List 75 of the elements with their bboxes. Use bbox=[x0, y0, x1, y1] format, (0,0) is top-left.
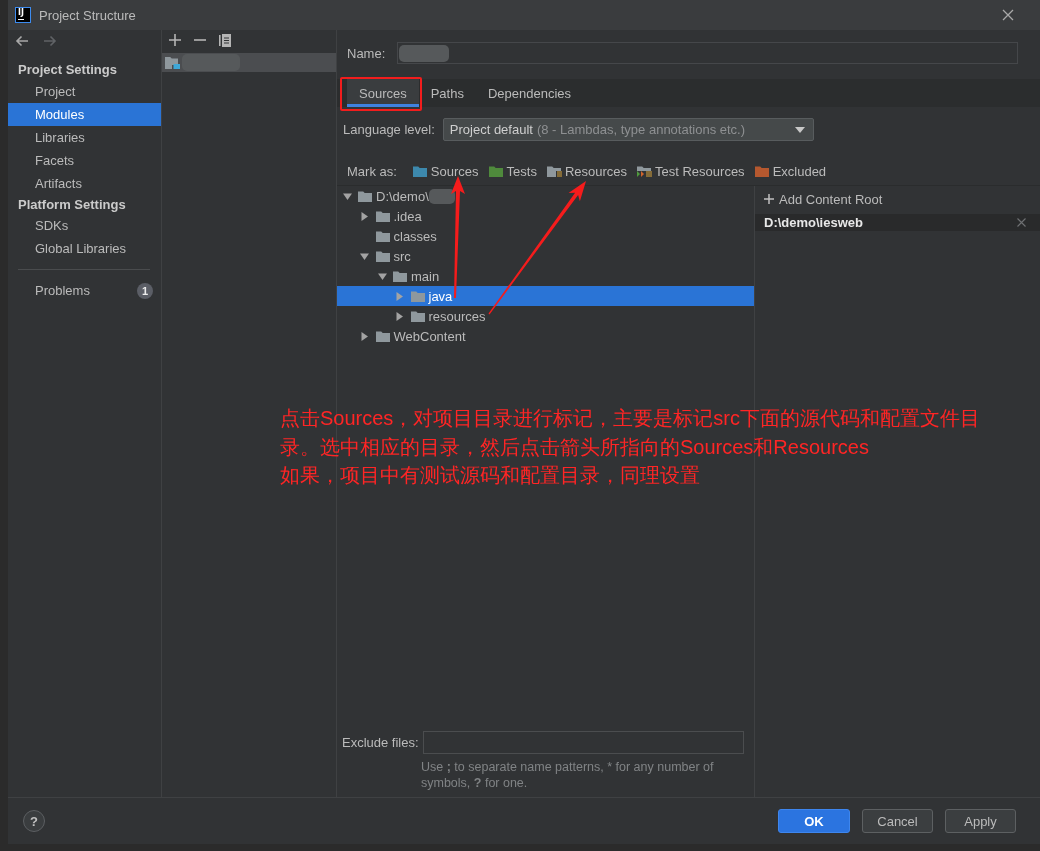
expand-toggle-icon[interactable] bbox=[395, 291, 404, 301]
expand-toggle-icon[interactable] bbox=[360, 251, 369, 261]
mark-as-label: Mark as: bbox=[347, 163, 397, 179]
folder-icon bbox=[375, 250, 390, 262]
language-level-dropdown[interactable]: Project default (8 - Lambdas, type annotations etc.) bbox=[442, 118, 814, 141]
tree-item[interactable]: src bbox=[337, 246, 754, 266]
dialog-button[interactable]: Apply bbox=[945, 809, 1016, 833]
module-item[interactable] bbox=[162, 53, 336, 72]
expand-toggle-icon[interactable] bbox=[342, 191, 352, 201]
expand-toggle-icon[interactable] bbox=[377, 271, 387, 281]
sidebar-item[interactable]: Artifacts bbox=[8, 172, 161, 195]
caret-icon bbox=[794, 126, 805, 133]
mark-as-button[interactable]: Resources bbox=[546, 163, 628, 179]
folder-icon bbox=[375, 230, 390, 242]
tab[interactable]: Paths bbox=[418, 79, 476, 107]
close-icon[interactable] bbox=[1017, 218, 1026, 227]
sidebar-item[interactable]: Facets bbox=[8, 149, 161, 172]
sidebar-item[interactable]: Project bbox=[8, 80, 161, 103]
sidebar-item[interactable]: Problems 1 bbox=[8, 279, 161, 302]
annotation-text: 如果，项目中有测试源码和配置目录，同理设置 bbox=[280, 463, 701, 488]
expand-toggle-icon[interactable] bbox=[360, 211, 369, 221]
count-badge: 1 bbox=[137, 282, 153, 299]
folder-icon bbox=[375, 210, 390, 222]
close-icon[interactable] bbox=[1002, 9, 1014, 21]
tree-item[interactable]: java bbox=[337, 286, 754, 306]
mark-as-button[interactable]: Tests bbox=[488, 163, 537, 179]
dialog-button[interactable]: Cancel bbox=[862, 809, 933, 833]
tree-item[interactable]: .idea bbox=[337, 206, 754, 226]
section-heading: Platform Settings bbox=[17, 196, 127, 214]
exclude-files-field[interactable] bbox=[422, 731, 744, 754]
section-heading: Project Settings bbox=[17, 61, 118, 79]
annotation-text: 点击Sources，对项目目录进行标记，主要是标记src下面的源代码和配置文件目录。选中相应的目录，然后点击箭头所指向的Sources和Resources bbox=[280, 406, 982, 460]
tree-item[interactable]: classes bbox=[337, 226, 754, 246]
module-folder-icon bbox=[165, 56, 180, 69]
expand-toggle-icon[interactable] bbox=[360, 331, 369, 341]
excluded-folder-icon bbox=[754, 165, 770, 177]
tab[interactable]: Dependencies bbox=[475, 79, 584, 107]
test-resource-folder-icon bbox=[637, 165, 653, 177]
name-label: Name: bbox=[347, 45, 386, 61]
sidebar-item[interactable]: Global Libraries bbox=[8, 237, 161, 260]
name-field[interactable] bbox=[397, 42, 1018, 64]
exclude-files-label: Exclude files: bbox=[342, 735, 419, 750]
tree-item[interactable]: WebContent bbox=[337, 326, 754, 346]
folder-icon bbox=[358, 190, 372, 202]
test-folder-icon bbox=[488, 165, 504, 177]
window-title: Project Structure bbox=[39, 7, 136, 23]
dialog-button[interactable]: OK bbox=[778, 809, 850, 833]
content-root-row[interactable]: D:\demo\iesweb bbox=[755, 214, 1040, 231]
back-arrow-icon[interactable] bbox=[15, 35, 29, 47]
tree-item[interactable]: D:\demo\ bbox=[337, 186, 754, 206]
tab[interactable]: Sources bbox=[347, 79, 419, 107]
mark-as-button[interactable]: Sources bbox=[412, 163, 479, 179]
mark-as-button[interactable]: Excluded bbox=[754, 163, 827, 179]
folder-icon bbox=[410, 290, 425, 302]
add-icon[interactable] bbox=[169, 34, 181, 46]
add-content-root-button[interactable]: Add Content Root bbox=[755, 186, 887, 212]
app-logo: IJ bbox=[15, 7, 31, 23]
language-level-label: Language level: bbox=[343, 122, 435, 137]
hint-text: Use ; to separate name patterns, * for any number of symbols, ? for one. bbox=[421, 759, 715, 791]
sidebar-item[interactable]: Modules bbox=[8, 103, 161, 126]
tree-item[interactable]: main bbox=[337, 266, 754, 286]
resource-folder-icon bbox=[546, 165, 562, 177]
add-icon bbox=[764, 194, 774, 204]
mark-as-button[interactable]: Test Resources bbox=[637, 163, 745, 179]
content-root-path: D:\demo\iesweb bbox=[764, 215, 863, 230]
folder-icon bbox=[393, 270, 407, 282]
folder-icon bbox=[410, 310, 425, 322]
tree-item[interactable]: resources bbox=[337, 306, 754, 326]
folder-icon bbox=[375, 330, 390, 342]
expand-toggle-icon[interactable] bbox=[395, 311, 404, 321]
source-folder-icon bbox=[412, 165, 428, 177]
sidebar-item[interactable]: SDKs bbox=[8, 214, 161, 237]
sidebar-item[interactable]: Libraries bbox=[8, 126, 161, 149]
help-button[interactable]: ? bbox=[23, 810, 45, 832]
copy-icon[interactable] bbox=[219, 33, 231, 47]
